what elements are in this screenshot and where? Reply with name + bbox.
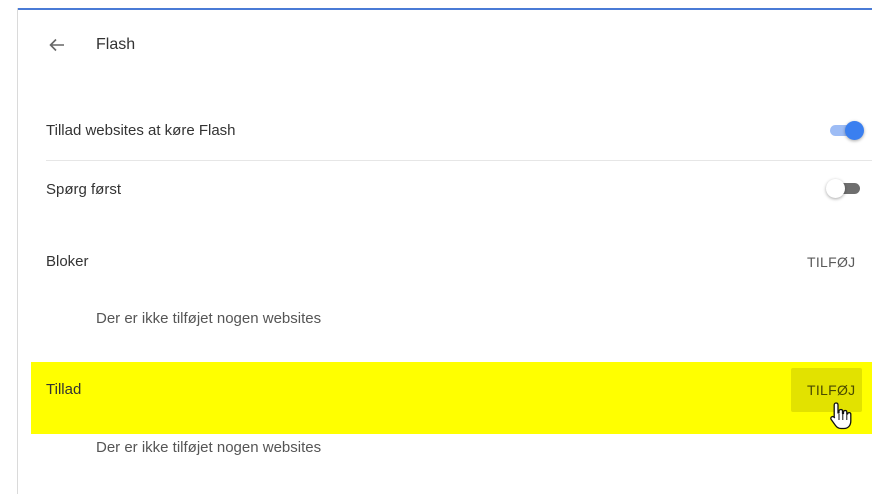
- ask-first-toggle[interactable]: [826, 178, 862, 198]
- ask-first-row[interactable]: Spørg først: [18, 170, 872, 210]
- block-empty-text: Der er ikke tilføjet nogen websites: [96, 310, 322, 327]
- page-title: Flash: [96, 36, 136, 53]
- toggle-knob: [845, 121, 864, 140]
- page-header: Flash: [18, 32, 418, 62]
- arrow-left-icon[interactable]: [48, 36, 66, 54]
- allow-empty-text: Der er ikke tilføjet nogen websites: [96, 439, 322, 456]
- allow-flash-toggle[interactable]: [828, 120, 864, 140]
- block-section-label: Bloker: [46, 253, 89, 270]
- block-section-header: Bloker TILFØJ: [18, 246, 872, 276]
- settings-window: Flash Tillad websites at køre Flash Spør…: [0, 0, 872, 494]
- flash-settings-panel: Flash Tillad websites at køre Flash Spør…: [18, 10, 872, 494]
- allow-section-label: Tillad: [46, 381, 82, 398]
- allow-flash-row[interactable]: Tillad websites at køre Flash: [18, 110, 872, 160]
- ask-first-label: Spørg først: [46, 181, 122, 198]
- allow-flash-label: Tillad websites at køre Flash: [46, 122, 236, 139]
- allow-add-button[interactable]: TILFØJ: [807, 382, 855, 398]
- divider: [46, 160, 872, 161]
- hand-pointer-icon: [828, 401, 854, 431]
- allow-section-header: Tillad TILFØJ: [18, 375, 872, 405]
- toggle-knob: [826, 179, 845, 198]
- block-add-button[interactable]: TILFØJ: [807, 254, 855, 270]
